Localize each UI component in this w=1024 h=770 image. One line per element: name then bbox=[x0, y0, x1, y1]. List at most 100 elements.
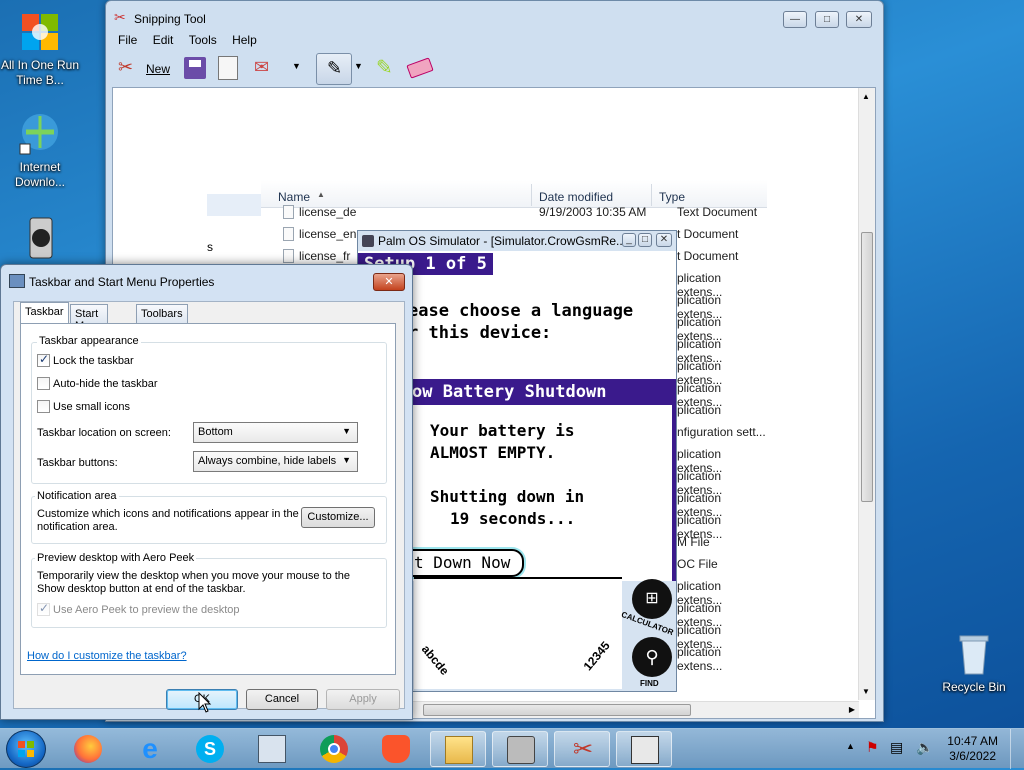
mouse-cursor-icon bbox=[198, 692, 212, 713]
menu-help[interactable]: Help bbox=[226, 31, 263, 49]
snipping-tool-icon: ✂ bbox=[572, 736, 594, 763]
taskbar-network[interactable] bbox=[244, 731, 300, 767]
desktop-icon-recycle-bin[interactable]: Recycle Bin bbox=[934, 630, 1014, 695]
taskbar-app-window[interactable] bbox=[616, 731, 672, 767]
taskbar-snipping-tool[interactable]: ✂ bbox=[554, 731, 610, 767]
file-type: Text Document bbox=[677, 205, 758, 219]
pen-button[interactable]: ✎ bbox=[316, 53, 352, 85]
lock-taskbar-label: Lock the taskbar bbox=[53, 355, 134, 367]
skype-icon: S bbox=[196, 735, 224, 763]
send-snip-icon[interactable]: ✉ bbox=[254, 57, 280, 79]
taskbar-palm-simulator[interactable] bbox=[492, 731, 548, 767]
eraser-icon[interactable] bbox=[406, 57, 434, 79]
palm-close-button[interactable]: ✕ bbox=[656, 233, 672, 247]
taskbar-firefox[interactable] bbox=[60, 731, 116, 767]
h-scrollbar-thumb[interactable] bbox=[423, 704, 691, 716]
network-computer-icon bbox=[258, 735, 286, 763]
aero-peek-text: Temporarily view the desktop when you mo… bbox=[37, 570, 351, 595]
close-button[interactable]: ✕ bbox=[846, 11, 872, 28]
prompt-line-1: ease choose a language bbox=[408, 301, 634, 321]
location-value: Bottom bbox=[198, 426, 233, 438]
tab-taskbar[interactable]: Taskbar bbox=[20, 302, 69, 325]
file-name: license_de bbox=[299, 205, 357, 219]
aero-peek-checkbox-label: Use Aero Peek to preview the desktop bbox=[53, 604, 240, 616]
file-type: OC File bbox=[677, 557, 718, 571]
scissors-icon: ✂ bbox=[118, 57, 134, 77]
file-row[interactable]: license_de 9/19/2003 10:35 AM Text Documen… bbox=[207, 202, 767, 224]
send-dropdown-icon[interactable]: ▼ bbox=[292, 61, 301, 71]
internet-download-manager-icon bbox=[16, 110, 64, 158]
clock-date: 3/6/2022 bbox=[949, 749, 996, 763]
notification-text: Customize which icons and notifications … bbox=[37, 508, 299, 533]
scrollbar-thumb[interactable] bbox=[861, 232, 873, 502]
alert-line-2: ALMOST EMPTY. bbox=[430, 443, 556, 462]
sort-arrow-icon: ▲ bbox=[317, 190, 325, 199]
calculator-icon[interactable]: ⊞ bbox=[632, 579, 672, 619]
palm-app-icon bbox=[362, 235, 374, 247]
tab-start-menu[interactable]: Start Menu bbox=[70, 304, 108, 332]
desktop-icon-label: Recycle Bin bbox=[942, 680, 1006, 694]
taskbar-brave[interactable] bbox=[368, 731, 424, 767]
desktop-icon-label: All In One Run Time B... bbox=[0, 58, 80, 87]
action-center-icon[interactable]: ⚑ bbox=[866, 739, 879, 756]
alert-line-3: Shutting down in bbox=[430, 487, 585, 506]
apply-button[interactable]: Apply bbox=[326, 689, 400, 710]
desktop-icon-all-in-one[interactable]: All In One Run Time B... bbox=[0, 8, 80, 88]
palm-maximize-button[interactable]: □ bbox=[638, 233, 652, 247]
graffiti-numbers: 12345 bbox=[580, 638, 613, 674]
shut-down-now-button[interactable]: t Down Now bbox=[408, 549, 524, 577]
buttons-dropdown[interactable]: Always combine, hide labels ▼ bbox=[193, 451, 358, 472]
minimize-button[interactable]: — bbox=[783, 11, 807, 28]
menu-file[interactable]: File bbox=[112, 31, 143, 49]
desktop-icon-palm[interactable] bbox=[0, 214, 80, 264]
taskbar-internet-explorer[interactable]: e bbox=[122, 731, 178, 767]
location-dropdown[interactable]: Bottom ▼ bbox=[193, 422, 358, 443]
alert-title: ow Battery Shutdown bbox=[408, 379, 676, 405]
file-date: 9/19/2003 10:35 AM bbox=[539, 205, 647, 219]
save-icon[interactable] bbox=[184, 57, 206, 79]
menu-bar: File Edit Tools Help bbox=[112, 31, 263, 51]
vertical-scrollbar[interactable]: ▲ ▼ bbox=[858, 88, 875, 700]
text-file-icon bbox=[283, 227, 294, 241]
windows-logo-icon bbox=[18, 741, 34, 757]
show-desktop-button[interactable] bbox=[1010, 729, 1024, 769]
brave-icon bbox=[382, 735, 410, 763]
chevron-down-icon: ▼ bbox=[342, 426, 351, 436]
maximize-button[interactable]: □ bbox=[815, 11, 839, 28]
copy-icon[interactable] bbox=[218, 56, 238, 80]
palm-minimize-button[interactable]: _ bbox=[622, 233, 636, 247]
highlighter-icon[interactable]: ✎ bbox=[376, 55, 393, 80]
find-icon[interactable]: ⚲ bbox=[632, 637, 672, 677]
snipping-tool-titlebar[interactable]: ✂ Snipping Tool — □ ✕ bbox=[106, 1, 883, 33]
desktop-icon-idm[interactable]: Internet Downlo... bbox=[0, 110, 80, 190]
menu-tools[interactable]: Tools bbox=[183, 31, 223, 49]
dialog-body: Taskbar Start Menu Toolbars Taskbar appe… bbox=[13, 301, 405, 710]
network-tray-icon[interactable]: ▤ bbox=[890, 739, 903, 756]
pen-dropdown-icon[interactable]: ▼ bbox=[354, 61, 363, 71]
volume-icon[interactable]: 🔈 bbox=[916, 739, 933, 756]
customize-button[interactable]: Customize... bbox=[301, 507, 375, 528]
dialog-close-button[interactable]: ✕ bbox=[373, 273, 405, 291]
palm-shortcut-icon bbox=[16, 214, 64, 262]
prompt-line-2: r this device: bbox=[408, 323, 552, 343]
small-icons-checkbox[interactable] bbox=[37, 400, 50, 413]
chevron-down-icon: ▼ bbox=[342, 455, 351, 465]
taskbar-file-explorer[interactable] bbox=[430, 731, 486, 767]
tab-toolbars[interactable]: Toolbars bbox=[136, 304, 188, 324]
show-hidden-icons[interactable]: ▲ bbox=[846, 741, 855, 751]
new-snip-button[interactable]: ✂ New bbox=[116, 55, 174, 83]
cancel-button[interactable]: Cancel bbox=[246, 689, 318, 710]
all-in-one-runtime-icon bbox=[16, 8, 64, 56]
taskbar-skype[interactable]: S bbox=[182, 731, 238, 767]
menu-edit[interactable]: Edit bbox=[147, 31, 180, 49]
graffiti-area[interactable]: abcde 12345 bbox=[414, 577, 622, 689]
clock[interactable]: 10:47 AM 3/6/2022 bbox=[947, 734, 998, 764]
taskbar-chrome[interactable] bbox=[306, 731, 362, 767]
lock-taskbar-checkbox[interactable] bbox=[37, 352, 50, 367]
aero-peek-checkbox[interactable] bbox=[37, 601, 50, 616]
help-link[interactable]: How do I customize the taskbar? bbox=[27, 650, 187, 662]
start-button[interactable] bbox=[6, 730, 46, 768]
window-title: Snipping Tool bbox=[134, 12, 206, 26]
file-name: license_en bbox=[299, 227, 357, 241]
autohide-checkbox[interactable] bbox=[37, 377, 50, 390]
